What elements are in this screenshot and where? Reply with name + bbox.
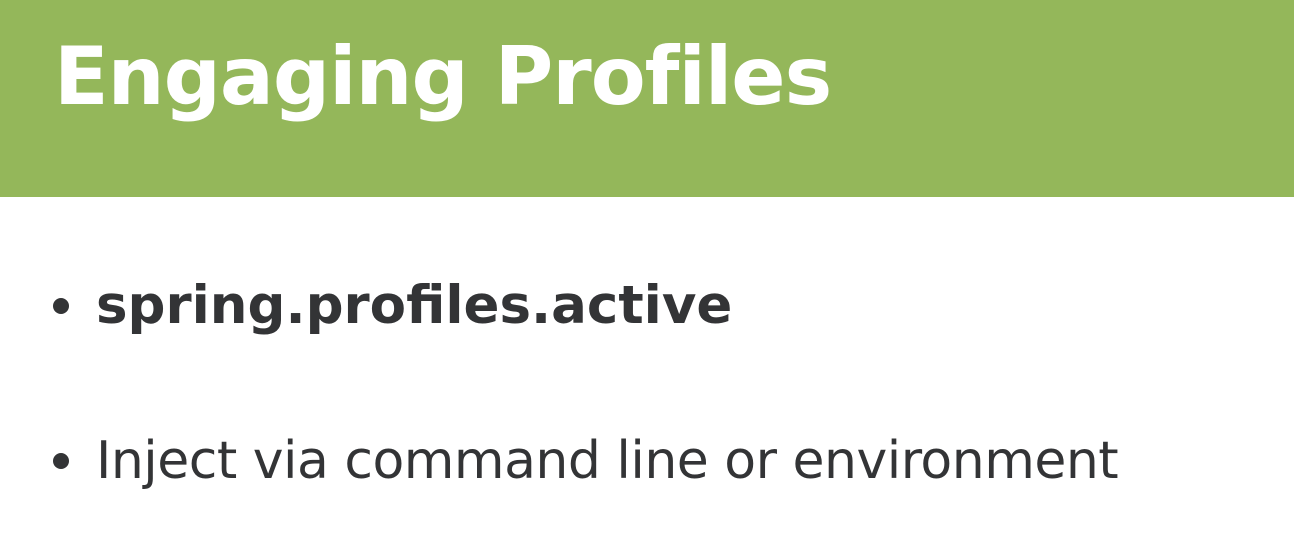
bullet-dot-icon bbox=[53, 453, 69, 469]
bullet-item: spring.profiles.active bbox=[0, 266, 1294, 346]
slide: Engaging Profiles spring.profiles.active… bbox=[0, 0, 1294, 560]
bullet-dot-icon bbox=[53, 298, 69, 314]
bullet-item: Inject via command line or environment bbox=[0, 421, 1294, 501]
bullet-text: Inject via command line or environment bbox=[96, 431, 1119, 491]
bullet-list: spring.profiles.active Inject via comman… bbox=[0, 0, 1294, 560]
bullet-text: spring.profiles.active bbox=[96, 275, 733, 336]
